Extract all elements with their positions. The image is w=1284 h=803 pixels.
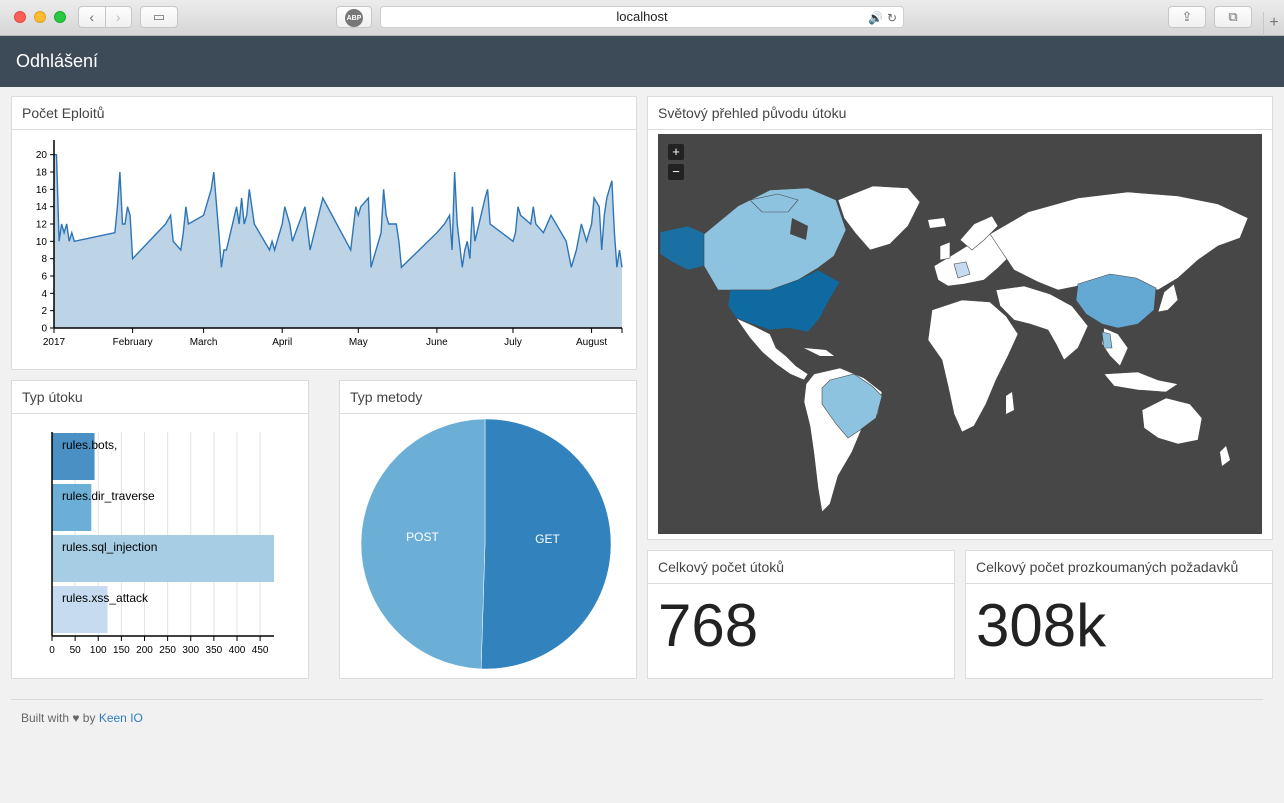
- x-tick-label: 450: [252, 645, 269, 656]
- footer-divider: [11, 699, 1263, 700]
- forward-button[interactable]: ›: [104, 7, 132, 27]
- map-zoom-out-button[interactable]: −: [668, 164, 684, 180]
- y-tick-label: 18: [36, 168, 48, 179]
- y-tick-label: 2: [41, 306, 47, 317]
- y-tick-label: 0: [41, 324, 47, 335]
- x-tick-label: May: [349, 337, 368, 348]
- world-map-card-title: Světový přehled původu útoku: [648, 97, 1272, 130]
- exploits-area-fill: [54, 154, 622, 328]
- x-tick-label: 150: [113, 645, 130, 656]
- x-tick-label: 350: [206, 645, 223, 656]
- keen-io-link[interactable]: Keen IO: [99, 711, 143, 725]
- maximize-window-button[interactable]: [54, 11, 66, 23]
- x-tick-label: 250: [159, 645, 176, 656]
- total-attacks-value: 768: [658, 592, 759, 659]
- new-tab-button[interactable]: +: [1263, 12, 1284, 36]
- y-tick-label: 12: [36, 220, 48, 231]
- audio-icon[interactable]: 🔊: [868, 11, 883, 25]
- attack-type-bar-chart: rules.bots, rules.dir_traverse rules.sql_i…: [49, 432, 274, 656]
- y-tick-label: 20: [36, 150, 48, 161]
- world-map-card: Světový přehled původu útoku + −: [647, 96, 1273, 540]
- footer: Built with ♥ by Keen IO: [21, 711, 143, 725]
- url-text: localhost: [616, 9, 668, 24]
- y-tick-label: 10: [36, 237, 48, 248]
- bar-label: rules.dir_traverse: [62, 489, 155, 503]
- app-header: Odhlášení: [0, 36, 1284, 87]
- x-tick-label: 2017: [43, 337, 66, 348]
- browser-toolbar: ‹ › ▭ ABP localhost 🔊 ↻ ⇪ ⧉ +: [0, 0, 1284, 36]
- method-type-card: Typ metody GET POST: [339, 380, 637, 679]
- y-tick-label: 6: [41, 272, 47, 283]
- minimize-window-button[interactable]: [34, 11, 46, 23]
- x-tick-label: June: [426, 337, 448, 348]
- x-tick-label: July: [504, 337, 522, 348]
- pie-label-get: GET: [535, 532, 560, 546]
- footer-text: Built with ♥ by: [21, 711, 96, 725]
- back-button[interactable]: ‹: [79, 7, 105, 27]
- adblock-icon: ABP: [345, 9, 363, 27]
- x-tick-label: August: [576, 337, 607, 348]
- pie-label-post: POST: [406, 530, 439, 544]
- bar-label: rules.bots,: [62, 438, 117, 452]
- show-tabs-button[interactable]: ⧉: [1214, 6, 1252, 28]
- x-tick-label: 100: [90, 645, 107, 656]
- attack-type-card-title: Typ útoku: [12, 381, 308, 414]
- y-tick-label: 4: [41, 289, 47, 300]
- address-bar[interactable]: localhost 🔊 ↻: [380, 6, 904, 28]
- x-tick-label: March: [190, 337, 218, 348]
- share-button[interactable]: ⇪: [1168, 6, 1206, 28]
- logout-link[interactable]: Odhlášení: [16, 51, 98, 72]
- adblock-button[interactable]: ABP: [336, 6, 372, 28]
- total-attacks-card-title: Celkový počet útoků: [648, 551, 954, 584]
- y-tick-label: 8: [41, 254, 47, 265]
- x-tick-label: 200: [136, 645, 153, 656]
- bar-label: rules.xss_attack: [62, 591, 149, 605]
- method-type-card-title: Typ metody: [340, 381, 636, 414]
- x-tick-label: 0: [49, 645, 55, 656]
- world-map[interactable]: [658, 134, 1262, 534]
- method-type-pie-chart: GET POST: [360, 418, 612, 670]
- exploits-card: Počet Eploitů 0 2 4 6 8 10 12 14 16 18 20 2017 Febru…: [11, 96, 637, 370]
- map-zoom-in-button[interactable]: +: [668, 144, 684, 160]
- x-tick-label: February: [113, 337, 153, 348]
- reload-icon[interactable]: ↻: [887, 11, 897, 25]
- close-window-button[interactable]: [14, 11, 26, 23]
- exploits-card-title: Počet Eploitů: [12, 97, 636, 130]
- total-attacks-card: Celkový počet útoků 768: [647, 550, 955, 679]
- x-tick-label: 400: [229, 645, 246, 656]
- x-tick-label: 50: [70, 645, 82, 656]
- y-tick-label: 14: [36, 202, 48, 213]
- exploits-area-chart: 0 2 4 6 8 10 12 14 16 18 20 2017 February March April M…: [36, 140, 623, 348]
- bar-label: rules.sql_injection: [62, 540, 157, 554]
- sidebar-toggle-button[interactable]: ▭: [140, 6, 178, 28]
- x-tick-label: April: [272, 337, 292, 348]
- total-requests-card: Celkový počet prozkoumaných požadavků 30…: [965, 550, 1273, 679]
- total-requests-card-title: Celkový počet prozkoumaných požadavků: [966, 551, 1272, 584]
- x-tick-label: 300: [182, 645, 199, 656]
- attack-type-card: Typ útoku rules.bots, rules.dir_traverse r…: [11, 380, 309, 679]
- total-requests-value: 308k: [976, 592, 1107, 659]
- history-navigation: ‹ ›: [78, 6, 132, 28]
- y-tick-label: 16: [36, 185, 48, 196]
